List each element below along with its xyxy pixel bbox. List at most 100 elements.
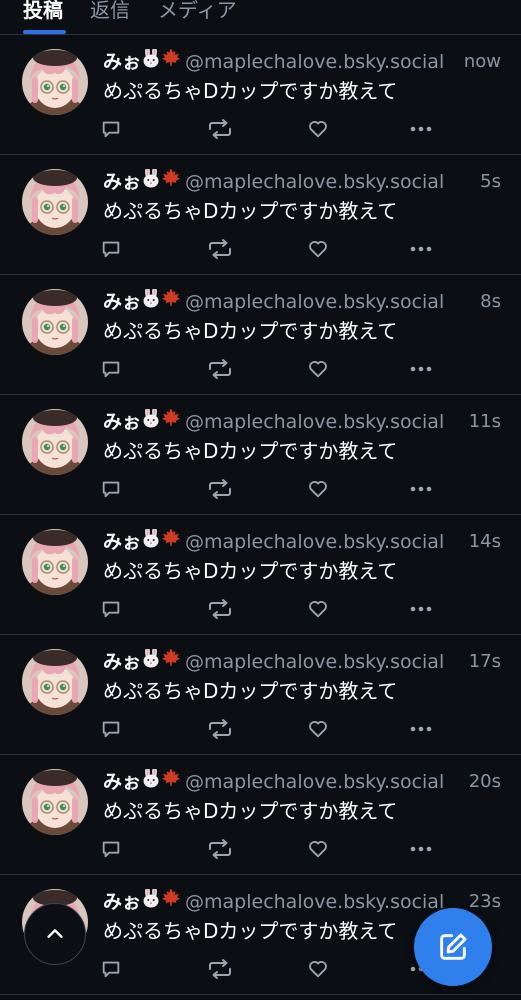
more-options-button[interactable] [409, 477, 433, 501]
repost-button[interactable] [207, 237, 233, 261]
post-timestamp[interactable]: now [464, 49, 501, 75]
compose-button[interactable] [414, 908, 492, 986]
like-button[interactable] [307, 357, 329, 381]
reply-button[interactable] [100, 837, 122, 861]
tab-media[interactable]: メディア [158, 0, 237, 23]
repost-icon [207, 838, 233, 860]
more-options-button[interactable] [409, 597, 433, 621]
avatar[interactable] [22, 289, 88, 355]
like-button[interactable] [307, 477, 329, 501]
author-handle[interactable]: @maplechalove.bsky.social [185, 771, 444, 793]
avatar[interactable] [22, 409, 88, 475]
like-button[interactable] [307, 837, 329, 861]
more-options-button[interactable] [409, 717, 433, 741]
more-icon [409, 485, 433, 493]
tab-posts[interactable]: 投稿 [23, 0, 63, 23]
avatar-image [22, 649, 88, 715]
repost-button[interactable] [207, 357, 233, 381]
post-actions [0, 357, 521, 381]
author-name[interactable]: みぉ [103, 771, 141, 793]
post-item[interactable]: みぉ @maplechalove.bsky.social 14s めぷるちゃDカ… [0, 515, 521, 635]
post-text: めぷるちゃDカップですか教えて [103, 799, 398, 823]
like-button[interactable] [307, 117, 329, 141]
reply-button[interactable] [100, 717, 122, 741]
post-item[interactable]: みぉ @maplechalove.bsky.social 20s めぷるちゃDカ… [0, 755, 521, 875]
more-icon [409, 605, 433, 613]
avatar[interactable] [22, 649, 88, 715]
post-timestamp[interactable]: 23s [469, 889, 501, 915]
author-name[interactable]: みぉ [103, 51, 141, 73]
post-timestamp[interactable]: 8s [480, 289, 501, 315]
author-handle[interactable]: @maplechalove.bsky.social [185, 651, 444, 673]
avatar[interactable] [22, 169, 88, 235]
reply-button[interactable] [100, 357, 122, 381]
like-button[interactable] [307, 957, 329, 981]
repost-button[interactable] [207, 717, 233, 741]
avatar-image [22, 169, 88, 235]
author-name[interactable]: みぉ [103, 411, 141, 433]
post-item[interactable]: みぉ @maplechalove.bsky.social 5s めぷるちゃDカッ… [0, 155, 521, 275]
avatar[interactable] [22, 529, 88, 595]
like-button[interactable] [307, 717, 329, 741]
repost-icon [207, 598, 233, 620]
more-options-button[interactable] [409, 357, 433, 381]
repost-button[interactable] [207, 477, 233, 501]
post-text: めぷるちゃDカップですか教えて [103, 919, 398, 943]
reply-button[interactable] [100, 957, 122, 981]
maple-leaf-icon [161, 169, 181, 194]
reply-icon [100, 598, 122, 620]
repost-icon [207, 358, 233, 380]
heart-icon [307, 118, 329, 140]
author-name[interactable]: みぉ [103, 651, 141, 673]
reply-button[interactable] [100, 237, 122, 261]
post-actions [0, 237, 521, 261]
more-icon [409, 365, 433, 373]
author-name[interactable]: みぉ [103, 291, 141, 313]
repost-button[interactable] [207, 117, 233, 141]
reply-icon [100, 238, 122, 260]
post-timestamp[interactable]: 11s [469, 409, 501, 435]
author-handle[interactable]: @maplechalove.bsky.social [185, 411, 444, 433]
avatar-image [22, 769, 88, 835]
author-handle[interactable]: @maplechalove.bsky.social [185, 291, 444, 313]
avatar[interactable] [22, 769, 88, 835]
author-handle[interactable]: @maplechalove.bsky.social [185, 51, 444, 73]
author-name[interactable]: みぉ [103, 891, 141, 913]
author-name[interactable]: みぉ [103, 531, 141, 553]
post-item[interactable]: みぉ @maplechalove.bsky.social now めぷるちゃDカ… [0, 35, 521, 155]
chevron-up-icon [47, 929, 63, 938]
avatar-image [22, 289, 88, 355]
tab-replies[interactable]: 返信 [90, 0, 130, 23]
reply-button[interactable] [100, 477, 122, 501]
repost-button[interactable] [207, 597, 233, 621]
author-handle[interactable]: @maplechalove.bsky.social [185, 171, 444, 193]
post-item[interactable]: みぉ @maplechalove.bsky.social 11s めぷるちゃDカ… [0, 395, 521, 515]
post-timestamp[interactable]: 17s [469, 649, 501, 675]
more-options-button[interactable] [409, 837, 433, 861]
post-actions [0, 837, 521, 861]
author-handle[interactable]: @maplechalove.bsky.social [185, 531, 444, 553]
author-name[interactable]: みぉ [103, 171, 141, 193]
post-timestamp[interactable]: 14s [469, 529, 501, 555]
more-options-button[interactable] [409, 117, 433, 141]
post-timestamp[interactable]: 5s [480, 169, 501, 195]
more-options-button[interactable] [409, 237, 433, 261]
post-item[interactable]: みぉ @maplechalove.bsky.social 8s めぷるちゃDカッ… [0, 275, 521, 395]
author-handle[interactable]: @maplechalove.bsky.social [185, 891, 444, 913]
repost-button[interactable] [207, 837, 233, 861]
post-text: めぷるちゃDカップですか教えて [103, 199, 398, 223]
profile-tabs: 投稿 返信 メディア [0, 0, 521, 35]
post-actions [0, 477, 521, 501]
repost-button[interactable] [207, 957, 233, 981]
post-text: めぷるちゃDカップですか教えて [103, 79, 398, 103]
scroll-to-top-button[interactable] [24, 903, 86, 965]
like-button[interactable] [307, 597, 329, 621]
heart-icon [307, 238, 329, 260]
like-button[interactable] [307, 237, 329, 261]
post-timestamp[interactable]: 20s [469, 769, 501, 795]
reply-button[interactable] [100, 117, 122, 141]
post-item[interactable]: みぉ @maplechalove.bsky.social 17s めぷるちゃDカ… [0, 635, 521, 755]
rabbit-icon [141, 409, 161, 435]
reply-button[interactable] [100, 597, 122, 621]
avatar[interactable] [22, 49, 88, 115]
